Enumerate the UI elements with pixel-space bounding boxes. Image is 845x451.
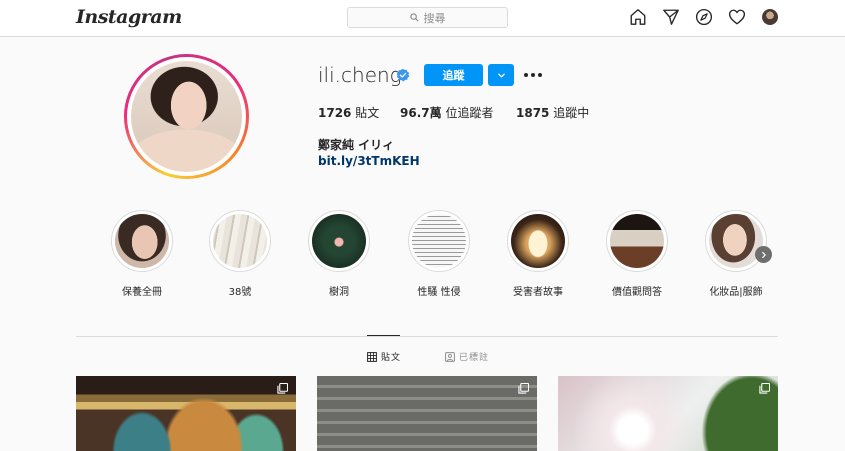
post-thumbnail[interactable]: [317, 376, 537, 451]
posts-count: 1726: [318, 106, 352, 120]
highlight-item[interactable]: 38號: [205, 210, 275, 298]
highlight-item[interactable]: 受害者故事: [503, 210, 573, 298]
tab-tagged-label: 已標註: [459, 353, 490, 363]
profile-picture: [131, 61, 242, 172]
profile-picture-story-ring[interactable]: [124, 54, 249, 179]
chevron-right-icon: [761, 251, 766, 258]
direct-icon[interactable]: [662, 8, 680, 26]
verified-badge-icon: [396, 68, 410, 82]
search-placeholder: 搜尋: [423, 11, 446, 25]
highlight-item[interactable]: 價值觀問答: [602, 210, 672, 298]
tabs-divider: [76, 336, 778, 337]
instagram-logo[interactable]: Instagram: [76, 6, 182, 28]
followers-stat[interactable]: 96.7萬 位追蹤者: [400, 104, 493, 121]
highlight-item[interactable]: 性騷 性侵: [404, 210, 474, 298]
highlight-item[interactable]: 樹洞: [304, 210, 374, 298]
explore-icon[interactable]: [695, 8, 713, 26]
highlight-cover: [312, 214, 366, 268]
highlight-cover: [709, 214, 763, 268]
highlight-cover: [511, 214, 565, 268]
profile-avatar[interactable]: [761, 8, 779, 26]
highlight-item[interactable]: 保養全冊: [107, 210, 177, 298]
home-icon[interactable]: [629, 8, 647, 26]
highlight-label: 性騷 性侵: [417, 287, 461, 298]
highlight-label: 保養全冊: [122, 287, 162, 298]
highlight-cover: [412, 214, 466, 268]
tab-tagged[interactable]: 已標註: [445, 350, 489, 363]
carousel-icon: [759, 383, 770, 394]
bio-link[interactable]: bit.ly/3tTmKEH: [318, 154, 420, 168]
posts-count-stat: 1726 貼文: [318, 104, 379, 121]
more-options-icon[interactable]: [523, 66, 543, 84]
following-stat[interactable]: 1875 追蹤中: [516, 104, 589, 121]
search-input[interactable]: 搜尋: [347, 7, 508, 28]
search-icon: [409, 13, 419, 22]
following-label: 追蹤中: [553, 106, 590, 120]
highlight-label: 樹洞: [329, 287, 349, 298]
activity-heart-icon[interactable]: [728, 8, 746, 26]
tab-posts[interactable]: 貼文: [367, 350, 401, 363]
post-thumbnail[interactable]: [76, 376, 296, 451]
top-navigation-bar: Instagram 搜尋: [0, 0, 845, 37]
highlight-label: 受害者故事: [513, 287, 563, 298]
highlight-label: 38號: [228, 287, 252, 298]
highlight-cover: [610, 214, 664, 268]
profile-full-name: 鄭家純 イリィ: [318, 138, 395, 152]
highlights-next-button[interactable]: [755, 246, 772, 263]
suggested-accounts-dropdown-button[interactable]: [488, 64, 514, 86]
highlight-cover: [213, 214, 267, 268]
follow-button[interactable]: 追蹤: [424, 64, 483, 86]
highlight-label: 價值觀問答: [612, 287, 662, 298]
story-highlights: 保養全冊 38號 樹洞 性騷 性侵 受害者故事 價值觀問答 化妝品|服飾: [0, 210, 845, 300]
posts-label: 貼文: [355, 106, 380, 120]
tagged-icon: [445, 351, 455, 362]
carousel-icon: [277, 383, 288, 394]
highlight-label: 化妝品|服飾: [709, 287, 763, 298]
tab-posts-label: 貼文: [381, 353, 402, 363]
nav-icons: [629, 8, 779, 26]
profile-username: ili.cheng: [318, 63, 402, 87]
grid-icon: [367, 351, 377, 362]
followers-count: 96.7萬: [400, 106, 442, 120]
following-count: 1875: [516, 106, 550, 120]
post-thumbnail[interactable]: [558, 376, 778, 451]
followers-label: 位追蹤者: [445, 106, 494, 120]
carousel-icon: [518, 383, 529, 394]
active-tab-indicator: [367, 335, 400, 336]
highlight-cover: [115, 214, 169, 268]
chevron-down-icon: [497, 73, 505, 77]
